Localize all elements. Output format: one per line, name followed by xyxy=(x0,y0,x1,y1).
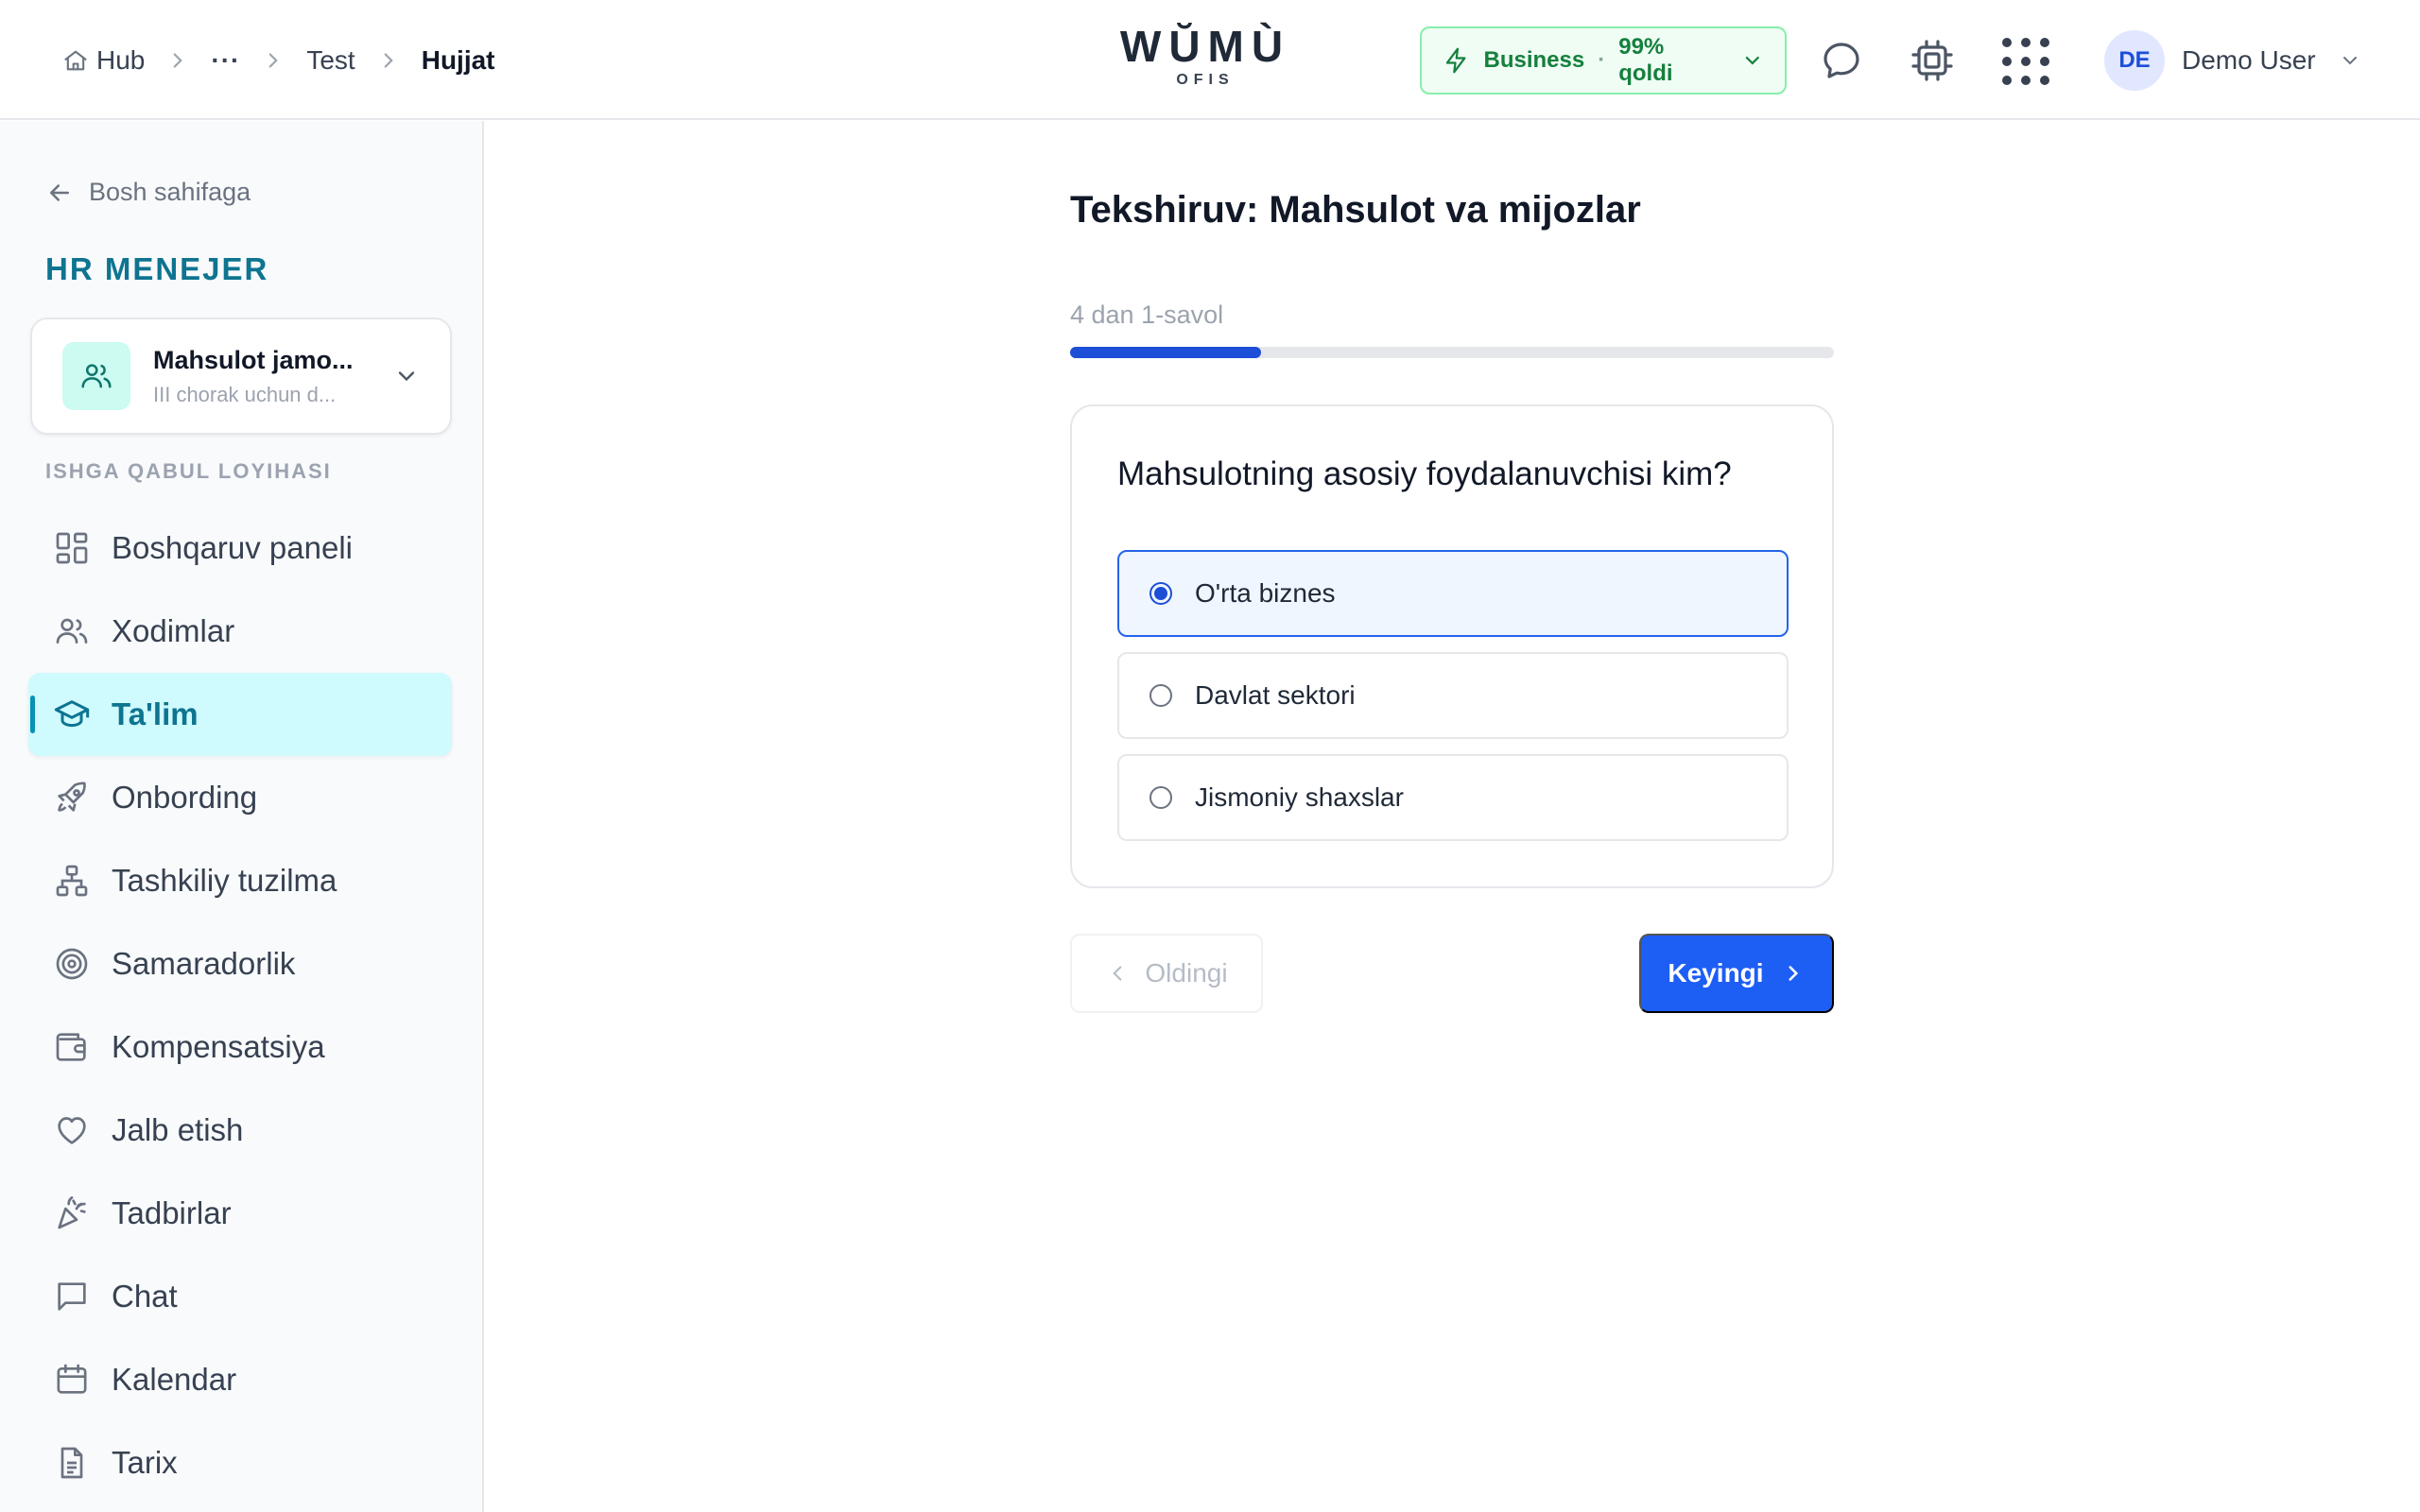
plan-separator: · xyxy=(1598,47,1606,73)
progress-bar xyxy=(1070,347,1834,358)
wallet-icon xyxy=(56,1033,86,1061)
users-icon xyxy=(56,618,88,644)
module-title: HR MENEJER xyxy=(45,251,269,286)
sidebar-item-history[interactable]: Tarix xyxy=(28,1421,452,1504)
target-icon xyxy=(56,948,88,980)
sidebar-item-label: Kompensatsiya xyxy=(112,1029,325,1064)
sidebar-item-calendar[interactable]: Kalendar xyxy=(28,1338,452,1421)
radio-button[interactable] xyxy=(1150,684,1172,707)
breadcrumb-hub-label: Hub xyxy=(96,45,146,75)
sidebar-item-label: Ta'lim xyxy=(112,696,199,731)
sidebar-item-label: Xodimlar xyxy=(112,613,235,648)
avatar: DE xyxy=(2104,30,2165,91)
app-logo[interactable]: WŬMÙ OFIS xyxy=(1115,19,1295,89)
sidebar-item-label: Samaradorlik xyxy=(112,946,296,981)
sidebar-item-label: Boshqaruv paneli xyxy=(112,530,354,565)
sidebar-item-compensation[interactable]: Kompensatsiya xyxy=(28,1005,452,1089)
answer-option-label: Davlat sektori xyxy=(1195,680,1356,710)
previous-button[interactable]: Oldingi xyxy=(1070,934,1263,1013)
answer-option[interactable]: O'rta biznes xyxy=(1117,550,1789,637)
chevron-left-icon xyxy=(1113,966,1122,981)
sidebar-item-dashboard[interactable]: Boshqaruv paneli xyxy=(28,507,452,590)
progress-bar-fill xyxy=(1070,347,1261,358)
heart-icon xyxy=(58,1117,86,1144)
answer-option[interactable]: Jismoniy shaxslar xyxy=(1117,754,1789,841)
chevron-right-icon xyxy=(269,53,279,68)
radio-button[interactable] xyxy=(1150,582,1172,605)
plan-remaining: 99% qoldi xyxy=(1618,34,1673,86)
breadcrumb-test[interactable]: Test xyxy=(306,45,354,76)
apps-grid-icon[interactable] xyxy=(2002,38,2049,85)
logo-wordmark: WŬMÙ xyxy=(1119,22,1291,71)
question-text: Mahsulotning asosiy foydalanuvchisi kim? xyxy=(1117,455,1732,492)
previous-button-label: Oldingi xyxy=(1145,958,1228,988)
answer-option[interactable]: Davlat sektori xyxy=(1117,652,1789,739)
sidebar-item-employees[interactable]: Xodimlar xyxy=(28,590,452,673)
question-card: Mahsulotning asosiy foydalanuvchisi kim?… xyxy=(1070,404,1834,888)
arrow-left-icon xyxy=(50,183,69,201)
chevron-right-icon xyxy=(384,53,393,68)
answer-option-label: Jismoniy shaxslar xyxy=(1195,782,1404,812)
sidebar-item-label: Kalendar xyxy=(112,1362,237,1397)
plan-name: Business xyxy=(1483,47,1585,73)
user-name: Demo User xyxy=(2182,45,2316,75)
logo-subtitle: OFIS xyxy=(1176,72,1235,88)
chevron-right-icon xyxy=(174,53,183,68)
breadcrumb-ellipsis[interactable]: ··· xyxy=(211,45,240,76)
chat-bubble-icon[interactable] xyxy=(1819,38,1864,83)
back-link-label: Bosh sahifaga xyxy=(89,178,251,206)
dashboard-icon xyxy=(56,532,88,564)
next-button-label: Keyingi xyxy=(1668,958,1764,988)
page-title: Tekshiruv: Mahsulot va mijozlar xyxy=(1070,189,1641,231)
sidebar-item-label: Tadbirlar xyxy=(112,1195,232,1230)
chevron-down-icon xyxy=(1746,56,1760,65)
question-progress-label: 4 dan 1-savol xyxy=(1070,301,1224,329)
sidebar-item-engagement[interactable]: Jalb etish xyxy=(28,1089,452,1172)
radio-button[interactable] xyxy=(1150,786,1172,809)
sidebar: Bosh sahifaga HR MENEJER Mahsulot jamo..… xyxy=(0,121,484,1512)
team-name: Mahsulot jamo... xyxy=(153,345,354,374)
answer-option-label: O'rta biznes xyxy=(1195,578,1336,608)
next-button[interactable]: Keyingi xyxy=(1639,934,1834,1013)
team-selector[interactable]: Mahsulot jamo... III chorak uchun d... xyxy=(30,318,452,435)
sidebar-item-events[interactable]: Tadbirlar xyxy=(28,1172,452,1255)
top-bar: Hub ··· Test Hujjat WŬMÙ OFIS Business ·… xyxy=(0,0,2420,120)
sidebar-item-org-structure[interactable]: Tashkiliy tuzilma xyxy=(28,839,452,922)
back-to-home-link[interactable]: Bosh sahifaga xyxy=(45,178,251,207)
sidebar-item-chat[interactable]: Chat xyxy=(28,1255,452,1338)
breadcrumb-current: Hujjat xyxy=(421,45,495,75)
graduation-cap-icon xyxy=(54,700,90,728)
radio-selected-dot xyxy=(1154,587,1167,600)
sidebar-item-label: Jalb etish xyxy=(112,1112,244,1147)
document-icon xyxy=(60,1447,83,1479)
chevron-down-icon xyxy=(2342,57,2357,65)
breadcrumb: Hub ··· Test Hujjat xyxy=(62,38,495,83)
section-label: ISHGA QABUL LOYIHASI xyxy=(45,459,332,483)
org-chart-icon xyxy=(56,865,88,897)
home-icon xyxy=(64,50,87,71)
sidebar-item-label: Tashkiliy tuzilma xyxy=(112,863,337,898)
user-menu[interactable]: DE Demo User xyxy=(2104,30,2361,91)
sidebar-item-onboarding[interactable]: Onbording xyxy=(28,756,452,839)
team-users-icon xyxy=(62,342,130,410)
party-popper-icon xyxy=(58,1196,86,1229)
quiz-panel: Tekshiruv: Mahsulot va mijozlar 4 dan 1-… xyxy=(1070,189,1834,1013)
sidebar-item-label: Chat xyxy=(112,1279,178,1314)
chevron-right-icon xyxy=(1789,966,1798,981)
sidebar-item-label: Onbording xyxy=(112,780,258,815)
sidebar-item-performance[interactable]: Samaradorlik xyxy=(28,922,452,1005)
calendar-icon xyxy=(57,1364,87,1394)
sidebar-item-label: Tarix xyxy=(112,1445,178,1480)
sidebar-nav: Boshqaruv paneli Xodimlar Ta'lim Onbordi… xyxy=(28,507,452,1504)
cpu-chip-icon[interactable] xyxy=(1910,38,1955,83)
plan-badge[interactable]: Business · 99% qoldi xyxy=(1420,26,1787,94)
answer-options: O'rta biznes Davlat sektori Jismoniy sha… xyxy=(1117,550,1789,856)
chat-icon xyxy=(58,1282,86,1311)
breadcrumb-hub[interactable]: Hub xyxy=(62,45,145,76)
team-subtitle: III chorak uchun d... xyxy=(153,382,337,406)
rocket-icon xyxy=(58,782,86,812)
chevron-down-icon xyxy=(398,371,415,382)
lightning-icon xyxy=(1445,47,1466,74)
sidebar-item-learning[interactable]: Ta'lim xyxy=(28,673,452,756)
